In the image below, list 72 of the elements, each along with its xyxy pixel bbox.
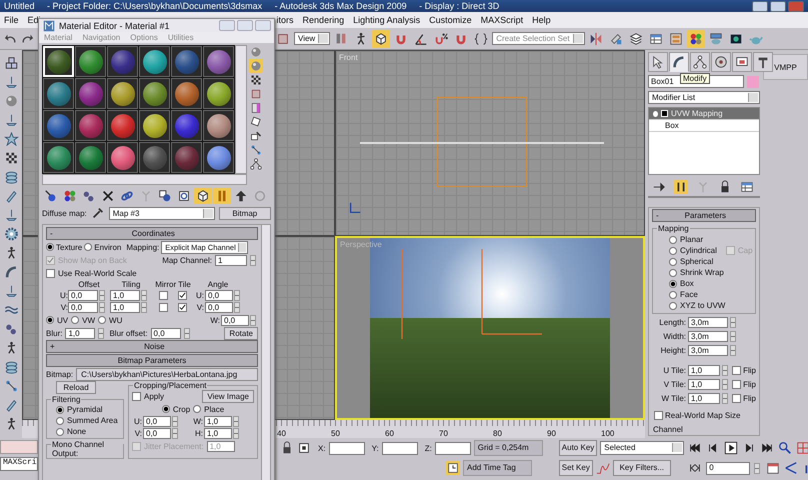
column-header: Mirror Tile <box>154 280 192 289</box>
radio-label: UV <box>57 316 68 324</box>
radio-label: Environ <box>94 242 122 252</box>
frame-number: 70 <box>439 429 449 438</box>
rollout-title: Noise <box>143 342 166 351</box>
frame-number: 60 <box>385 429 395 438</box>
field-label: Height: <box>660 346 686 354</box>
rollout-sign: - <box>50 229 53 238</box>
radio-label: Face <box>680 290 698 299</box>
field-label: U: <box>133 417 142 426</box>
window-title: Material Editor - Material #1 <box>59 20 171 30</box>
field-label: W: <box>210 316 220 324</box>
field-label: V: <box>134 429 142 438</box>
radio-label: Cylindrical <box>680 246 717 255</box>
frame-number: 40 <box>277 429 287 438</box>
coordinate-label: Y: <box>372 444 379 452</box>
grid-size-readout: Grid = 0,254m <box>474 440 543 456</box>
checkbox-label: Use Real-World Scale <box>58 268 137 278</box>
rollout-sign: + <box>50 342 55 351</box>
field-label: Mapping: <box>126 242 160 252</box>
field-label: V Tile: <box>662 380 686 388</box>
frame-number: 80 <box>493 429 503 438</box>
tooltip: Modify <box>680 73 710 84</box>
field-label: Length: <box>658 318 686 326</box>
radio-label: Shrink Wrap <box>680 268 724 277</box>
coordinate-label: Z: <box>424 444 432 452</box>
radio-label: None <box>67 427 86 436</box>
radio-label: VW <box>82 316 96 324</box>
field-label: Width: <box>662 332 686 340</box>
checkbox-label: Flip <box>743 394 756 402</box>
group-label: Cropping/Placement <box>133 381 208 390</box>
group-label: Mapping <box>657 224 690 233</box>
frame-number: 50 <box>331 429 341 438</box>
rollout-title: Bitmap Parameters <box>116 356 188 365</box>
checkbox-label: Flip <box>743 380 756 388</box>
frame-number: 100 <box>601 429 616 438</box>
checkbox-label: Flip <box>743 366 756 374</box>
window-title: Untitled - Project Folder: C:\Users\bykhan\Documents\3dsmax - Autodesk 3ds Max Design 2009 - Display : Direct 3D <box>4 1 500 11</box>
radio-label: Place <box>204 404 224 414</box>
radio-label: XYZ to UVW <box>680 301 726 310</box>
field-label: V: <box>60 303 68 312</box>
coordinate-label: X: <box>318 444 326 452</box>
field-label: H: <box>194 429 203 438</box>
group-label: Filtering <box>51 395 82 404</box>
field-label: Diffuse map: <box>42 208 87 218</box>
radio-label: Spherical <box>680 257 714 266</box>
radio-label: Pyramidal <box>67 405 103 414</box>
rollout-title: Parameters <box>684 211 728 220</box>
radio-label: Box <box>680 279 694 288</box>
rollout-sign: - <box>656 211 659 220</box>
field-label: Bitmap: <box>46 370 74 378</box>
rollout-title: Coordinates <box>130 229 176 238</box>
field-label: Map Channel: <box>162 256 212 264</box>
column-header: Tiling <box>120 280 142 289</box>
field-label: U: <box>59 291 68 300</box>
frame-number: 90 <box>547 429 557 438</box>
field-label: W Tile: <box>660 394 686 402</box>
field-label: U Tile: <box>662 366 686 374</box>
field-label: W: <box>193 417 203 426</box>
radio-label: WU <box>109 316 122 324</box>
field-label: V: <box>196 303 204 312</box>
column-header: Angle <box>206 280 230 289</box>
radio-label: Crop <box>172 404 190 414</box>
field-label: Blur offset: <box>109 328 148 338</box>
field-label: Blur: <box>46 328 62 338</box>
checkbox-label: Apply <box>144 392 164 400</box>
radio-label: Texture <box>56 242 82 252</box>
field-label: U: <box>195 291 204 300</box>
group-label: Mono Channel Output: <box>51 440 123 458</box>
radio-label: Planar <box>680 235 704 244</box>
checkbox-label: Real-World Map Size <box>665 410 740 420</box>
column-header: Offset <box>77 280 101 289</box>
